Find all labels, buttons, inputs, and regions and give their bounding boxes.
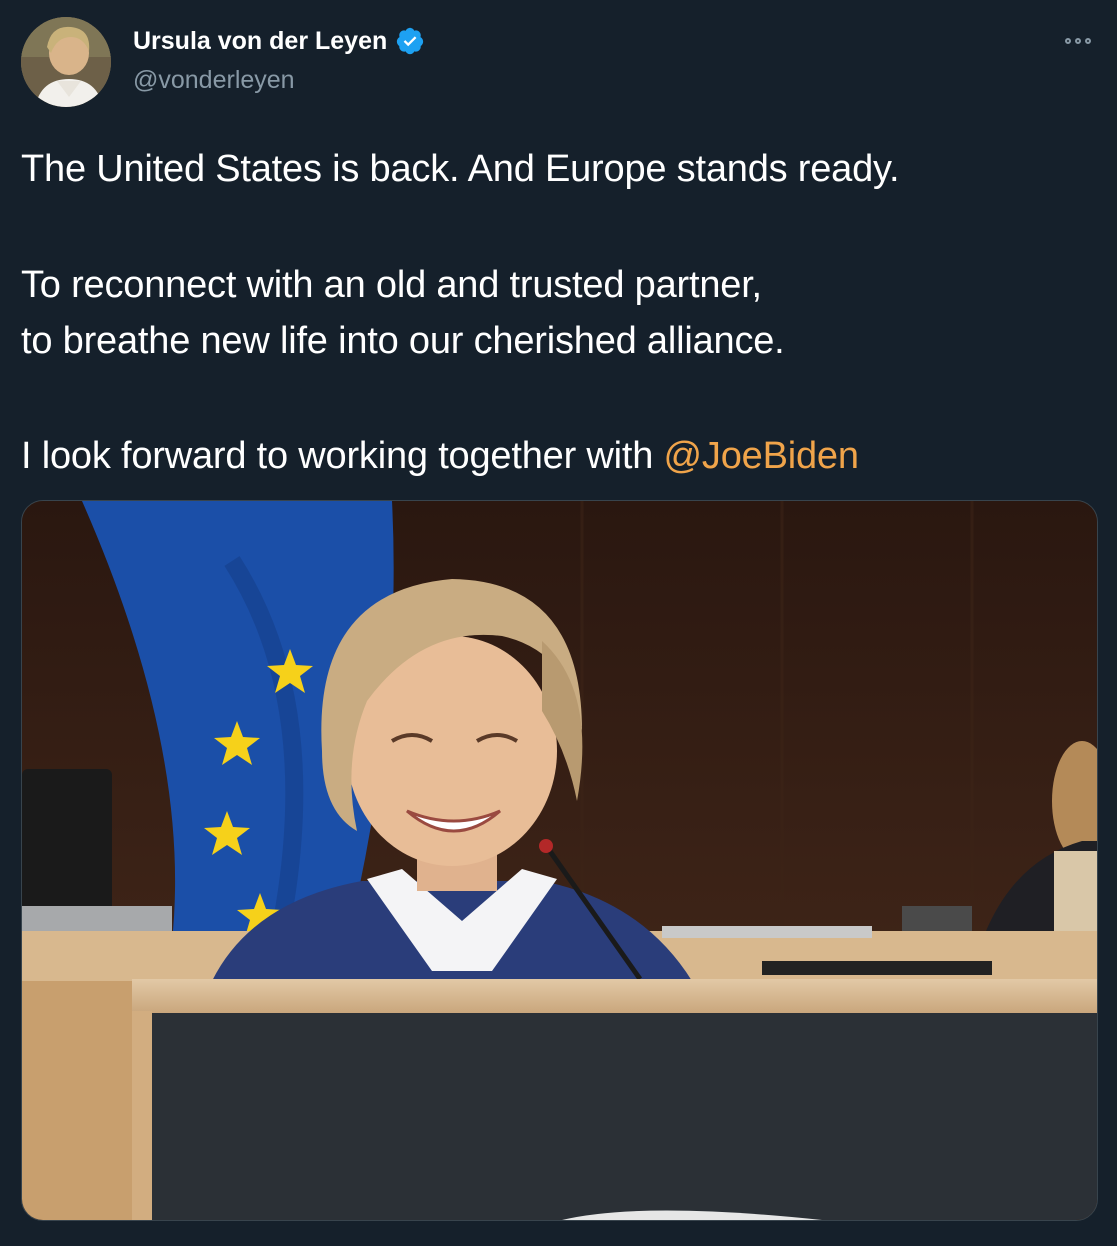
tweet-card[interactable]: Ursula von der Leyen @vonderleyen The Un…: [0, 0, 1117, 1246]
tweet-text-prefix: I look forward to working together with: [21, 435, 664, 477]
mention-link[interactable]: @JoeBiden: [664, 435, 859, 477]
author-handle[interactable]: @vonderleyen: [133, 66, 295, 95]
more-options-icon[interactable]: [1058, 30, 1098, 52]
avatar-image: [21, 17, 111, 107]
author-display-name[interactable]: Ursula von der Leyen: [133, 27, 387, 56]
tweet-text-line: The United States is back. And Europe st…: [21, 148, 900, 190]
tweet-text-line: To reconnect with an old and trusted par…: [21, 264, 762, 306]
author-avatar[interactable]: [21, 17, 111, 107]
tweet-text-line: to breathe new life into our cherished a…: [21, 320, 785, 362]
tweet-text-line: I look forward to working together with …: [21, 435, 859, 478]
photo-illustration: [22, 501, 1097, 1220]
verified-badge-icon: [397, 27, 424, 55]
tweet-photo[interactable]: [21, 500, 1098, 1221]
